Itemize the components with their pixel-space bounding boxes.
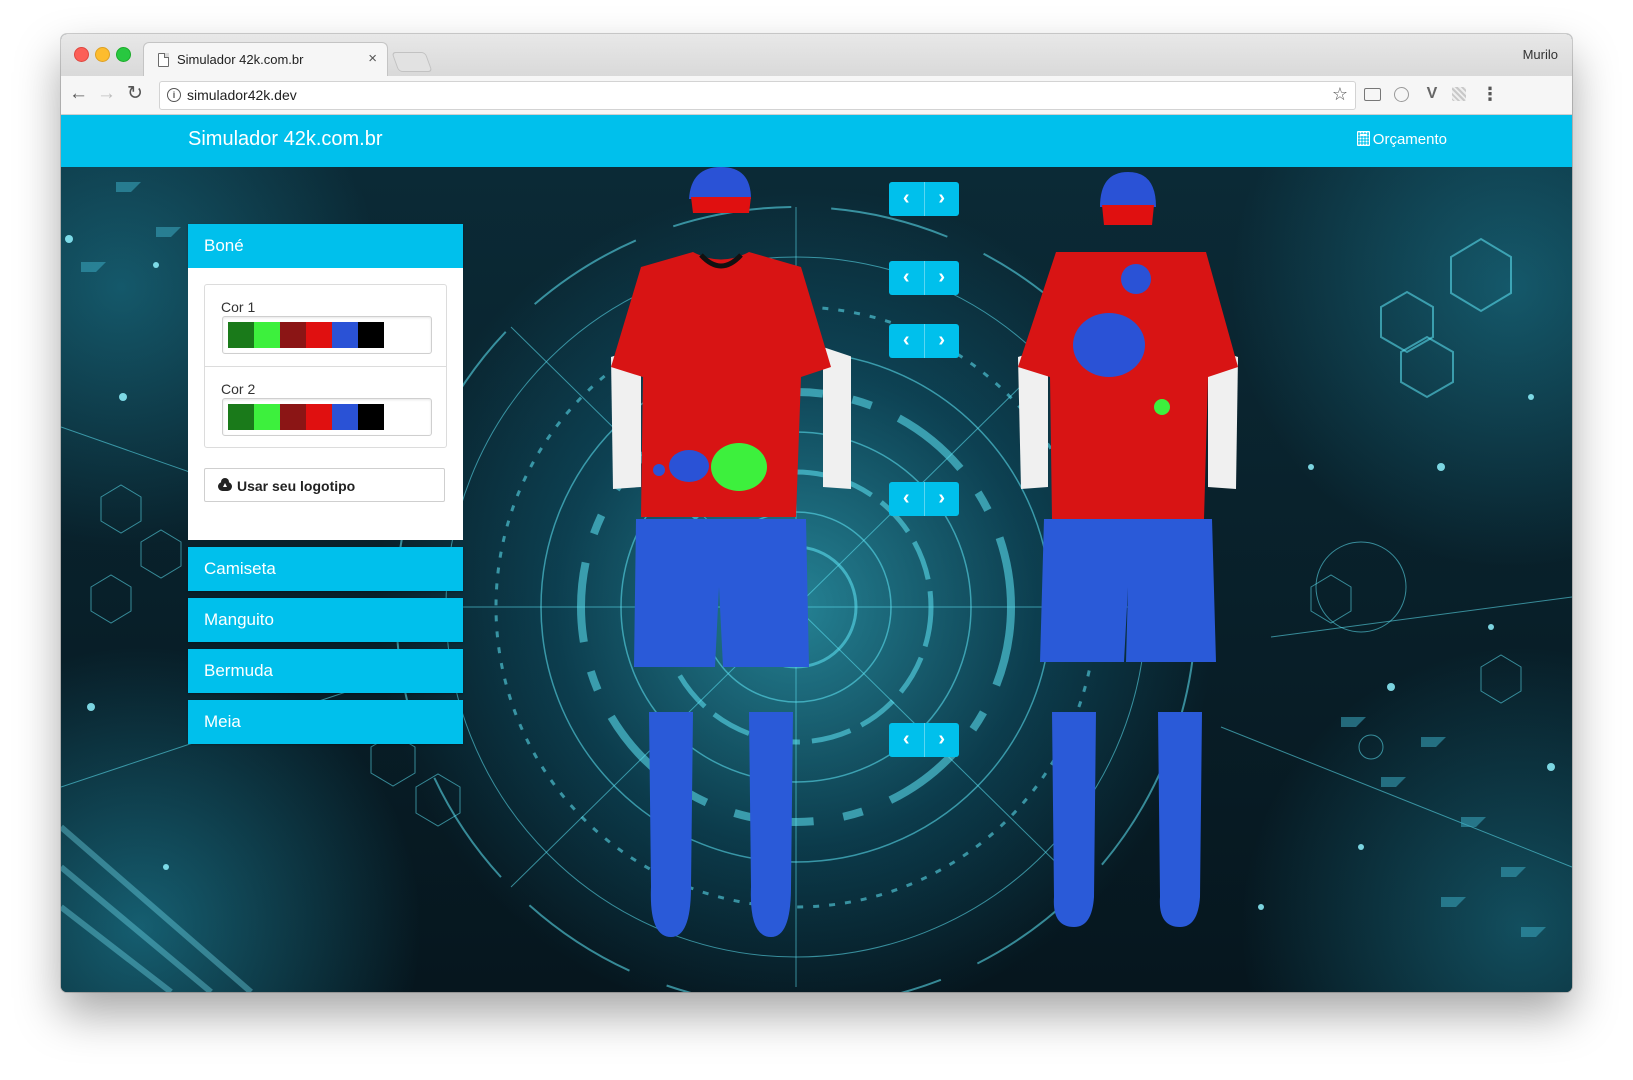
logo-green-back <box>1154 399 1170 415</box>
logo-blue-front <box>669 450 709 482</box>
section-header-meia[interactable]: Meia <box>188 700 463 744</box>
section-body-bone: Cor 1 Cor 2 Usar seu logotipo <box>188 268 463 540</box>
shirt-next-button[interactable]: › <box>923 261 960 295</box>
sleeve-next-button[interactable]: › <box>923 324 960 358</box>
socks-style-arrows: ‹ › <box>889 723 959 757</box>
color-palette-2 <box>222 398 432 436</box>
color-label-2: Cor 2 <box>221 381 256 397</box>
shirt-back <box>1018 252 1238 519</box>
extension-grid-icon[interactable] <box>1452 87 1466 101</box>
cap-visor-front <box>691 197 751 213</box>
shorts-prev-button[interactable]: ‹ <box>889 482 924 516</box>
forward-icon[interactable]: → <box>97 82 116 106</box>
color-picker-group: Cor 1 Cor 2 <box>204 284 447 448</box>
color-swatch-1[interactable] <box>228 322 254 348</box>
uniform-front-view <box>611 167 851 937</box>
budget-label: Orçamento <box>1372 131 1447 148</box>
tab-title: Simulador 42k.com.br <box>177 52 304 67</box>
minimize-window-button[interactable] <box>95 47 110 62</box>
new-tab-button[interactable] <box>391 52 433 72</box>
upload-logo-label: Usar seu logotipo <box>237 478 356 494</box>
simulator-scene: Boné Cor 1 Cor 2 Usar seu logotipo Camis… <box>61 167 1572 992</box>
logo-green-front <box>711 443 767 491</box>
cap-front <box>689 167 751 199</box>
cap-prev-button[interactable]: ‹ <box>889 182 924 216</box>
shorts-front <box>634 519 809 667</box>
profile-name[interactable]: Murilo <box>1523 47 1558 62</box>
extension-circle-icon[interactable] <box>1394 87 1409 102</box>
cap-style-arrows: ‹ › <box>889 182 959 216</box>
cap-visor-back <box>1102 205 1154 225</box>
customization-accordion: Boné Cor 1 Cor 2 Usar seu logotipo Camis… <box>188 224 463 751</box>
upload-logo-button[interactable]: Usar seu logotipo <box>204 468 445 502</box>
section-header-bone[interactable]: Boné <box>188 224 463 268</box>
logo-blue-small-back <box>1121 264 1151 294</box>
close-window-button[interactable] <box>74 47 89 62</box>
cast-icon[interactable] <box>1364 88 1381 101</box>
shorts-back <box>1040 519 1216 662</box>
section-header-manguito[interactable]: Manguito <box>188 598 463 642</box>
sleeve-right-front <box>823 347 851 489</box>
back-icon[interactable]: ← <box>69 82 88 106</box>
extension-v-icon[interactable]: V <box>1423 85 1441 103</box>
maximize-window-button[interactable] <box>116 47 131 62</box>
cap-back <box>1100 172 1156 207</box>
page-icon <box>158 53 169 67</box>
url-text[interactable]: simulador42k.dev <box>187 87 297 103</box>
color-swatch-5[interactable] <box>332 404 358 430</box>
budget-link[interactable]: Orçamento <box>1356 131 1447 148</box>
sock-left-back <box>1052 712 1096 927</box>
cap-next-button[interactable]: › <box>923 182 960 216</box>
top-navbar: Simulador 42k.com.br Orçamento <box>61 115 1572 167</box>
calculator-icon <box>1356 131 1370 146</box>
shirt-prev-button[interactable]: ‹ <box>889 261 924 295</box>
color-swatch-6[interactable] <box>358 404 384 430</box>
color-swatch-6[interactable] <box>358 322 384 348</box>
browser-tab[interactable]: Simulador 42k.com.br × <box>143 42 388 77</box>
shorts-next-button[interactable]: › <box>923 482 960 516</box>
color-swatch-1[interactable] <box>228 404 254 430</box>
color-swatch-3[interactable] <box>280 322 306 348</box>
tab-close-icon[interactable]: × <box>368 50 377 67</box>
shorts-style-arrows: ‹ › <box>889 482 959 516</box>
color-row-1: Cor 1 <box>205 285 446 366</box>
sleeve-style-arrows: ‹ › <box>889 324 959 358</box>
color-label-1: Cor 1 <box>221 299 256 315</box>
bookmark-star-icon[interactable]: ☆ <box>1332 84 1348 105</box>
socks-next-button[interactable]: › <box>923 723 960 757</box>
color-swatch-2[interactable] <box>254 404 280 430</box>
socks-prev-button[interactable]: ‹ <box>889 723 924 757</box>
color-swatch-3[interactable] <box>280 404 306 430</box>
browser-toolbar: ← → ↻ i simulador42k.dev ☆ V ⋮ <box>61 76 1572 115</box>
uniform-back-view <box>1018 172 1238 927</box>
color-palette-1 <box>222 316 432 354</box>
cloud-upload-icon <box>218 478 232 491</box>
reload-icon[interactable]: ↻ <box>127 82 143 106</box>
color-swatch-5[interactable] <box>332 322 358 348</box>
logo-dot-small <box>653 464 665 476</box>
browser-menu-icon[interactable]: ⋮ <box>1481 85 1499 103</box>
brand-link[interactable]: Simulador 42k.com.br <box>188 128 383 151</box>
color-swatch-4[interactable] <box>306 404 332 430</box>
sock-right-back <box>1158 712 1202 927</box>
color-swatch-4[interactable] <box>306 322 332 348</box>
address-bar[interactable]: i simulador42k.dev ☆ <box>159 81 1356 110</box>
sleeve-prev-button[interactable]: ‹ <box>889 324 924 358</box>
color-row-2: Cor 2 <box>205 366 446 448</box>
color-swatch-2[interactable] <box>254 322 280 348</box>
page-content: Simulador 42k.com.br Orçamento Boné Cor … <box>61 115 1572 992</box>
logo-blue-large-back <box>1073 313 1145 377</box>
site-info-icon[interactable]: i <box>167 88 181 102</box>
section-header-bermuda[interactable]: Bermuda <box>188 649 463 693</box>
browser-window: Simulador 42k.com.br × Murilo ← → ↻ i si… <box>61 34 1572 992</box>
sock-left-front <box>649 712 693 937</box>
sock-right-front <box>749 712 793 937</box>
section-header-camiseta[interactable]: Camiseta <box>188 547 463 591</box>
shirt-style-arrows: ‹ › <box>889 261 959 295</box>
title-bar: Simulador 42k.com.br × Murilo <box>61 34 1572 77</box>
